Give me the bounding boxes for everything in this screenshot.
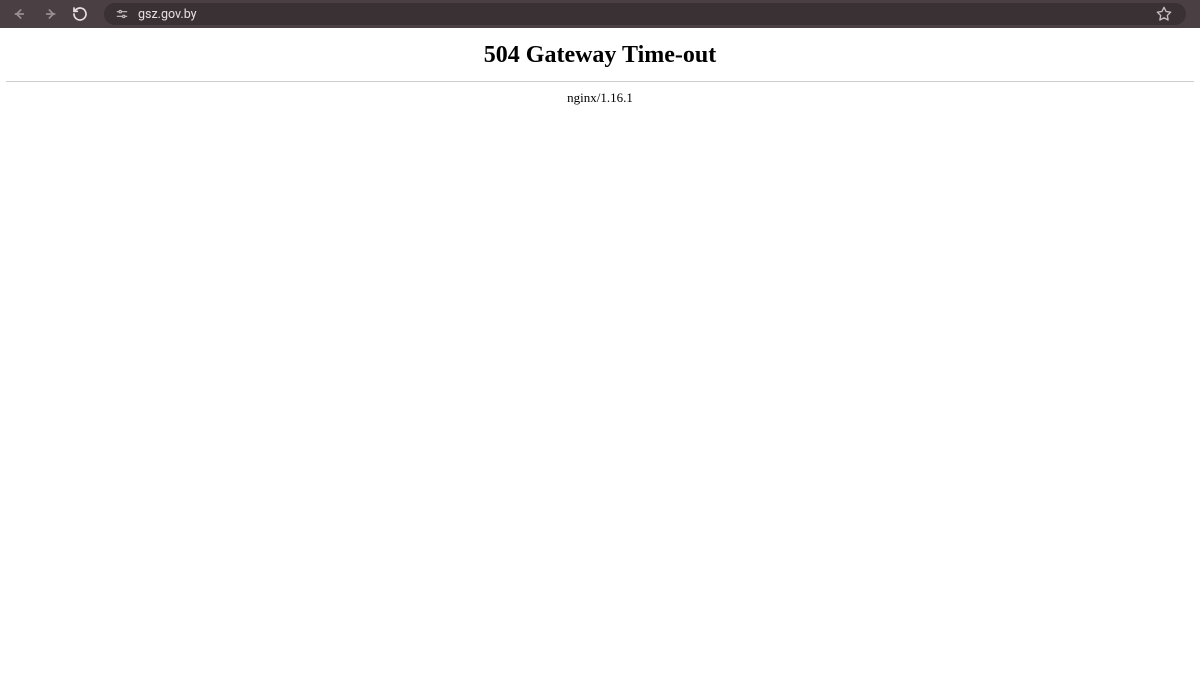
address-bar[interactable]: gsz.gov.by [104, 3, 1186, 25]
error-heading: 504 Gateway Time-out [0, 42, 1200, 69]
arrow-left-icon [12, 6, 28, 22]
browser-toolbar: gsz.gov.by [0, 0, 1200, 28]
divider [6, 81, 1194, 82]
arrow-right-icon [42, 6, 58, 22]
star-icon [1156, 6, 1172, 22]
page-content: 504 Gateway Time-out nginx/1.16.1 [0, 42, 1200, 106]
forward-button[interactable] [38, 2, 62, 26]
server-info: nginx/1.16.1 [0, 90, 1200, 106]
reload-icon [72, 6, 88, 22]
tune-icon [115, 7, 129, 21]
back-button[interactable] [8, 2, 32, 26]
reload-button[interactable] [68, 2, 92, 26]
site-info-button[interactable] [114, 6, 130, 22]
bookmark-button[interactable] [1152, 2, 1176, 26]
url-text: gsz.gov.by [138, 7, 197, 22]
